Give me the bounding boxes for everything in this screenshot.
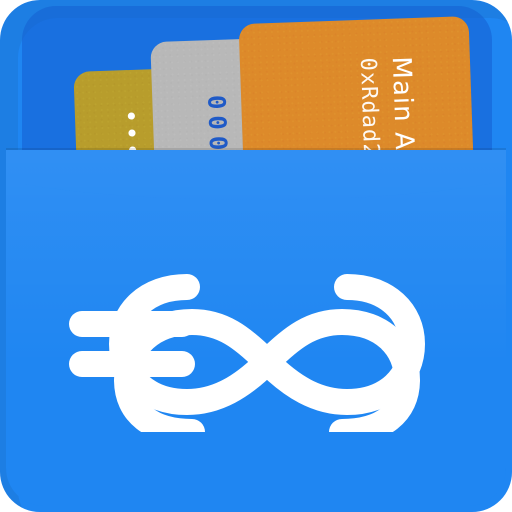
card-number-dots: 000 [202,94,233,157]
infinity-loop-logo-icon [69,274,425,432]
app-icon-artwork: ••• 000 $10.55 Main Account 0xRdad24...E… [0,0,512,512]
